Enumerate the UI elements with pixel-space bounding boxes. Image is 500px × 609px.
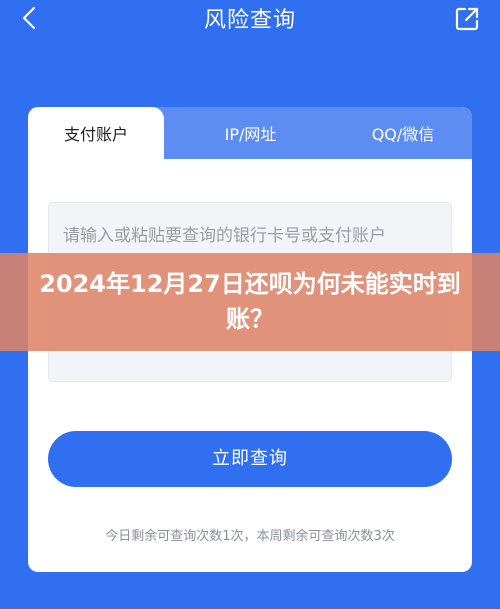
tab-ip-url[interactable]: IP/网址 xyxy=(178,107,323,159)
tab-qq-wechat[interactable]: QQ/微信 xyxy=(338,107,468,159)
tab-payment-account[interactable]: 支付账户 xyxy=(28,107,164,159)
headline-banner: 2024年12月27日还呗为何未能实时到账？ xyxy=(0,253,500,351)
remaining-count-text: 今日剩余可查询次数1次，本周剩余可查询次数3次 xyxy=(105,529,395,544)
headline-text: 2024年12月27日还呗为何未能实时到账？ xyxy=(39,270,461,333)
external-link-icon[interactable] xyxy=(454,6,480,32)
tab-bar: 支付账户 IP/网址 QQ/微信 xyxy=(28,107,472,159)
query-button[interactable]: 立即查询 xyxy=(48,431,452,487)
page-title: 风险查询 xyxy=(203,8,296,33)
header-bar: 风险查询 xyxy=(0,0,500,42)
